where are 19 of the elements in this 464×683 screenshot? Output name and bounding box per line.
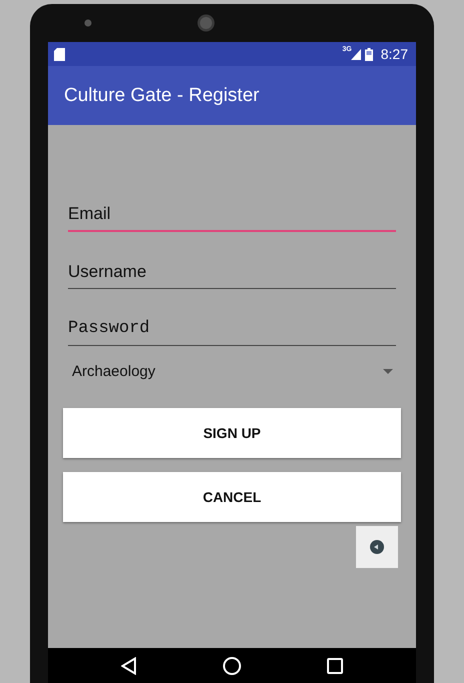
input-field[interactable]: Email	[68, 197, 396, 232]
dropdown-arrow-icon	[383, 368, 393, 374]
action-button[interactable]: SIGN UP	[63, 408, 401, 458]
sd-card-icon	[54, 48, 65, 60]
dropdown-value: Archaeology	[72, 362, 156, 380]
speaker-grille-icon	[197, 14, 215, 32]
battery-icon	[364, 48, 373, 60]
front-camera-icon	[84, 19, 92, 27]
password-field[interactable]: Password	[68, 312, 396, 346]
home-icon[interactable]	[223, 656, 241, 674]
screen-title: Culture Gate - Register	[64, 84, 260, 106]
category-dropdown[interactable]: Archaeology	[63, 352, 401, 390]
recent-apps-icon[interactable]	[327, 658, 343, 674]
action-button[interactable]: CANCEL	[63, 472, 401, 522]
back-button[interactable]	[356, 526, 398, 568]
input-field[interactable]: Username	[68, 255, 396, 289]
clock: 8:27	[380, 46, 408, 62]
back-icon[interactable]	[121, 656, 137, 674]
signal-icon	[350, 48, 361, 60]
